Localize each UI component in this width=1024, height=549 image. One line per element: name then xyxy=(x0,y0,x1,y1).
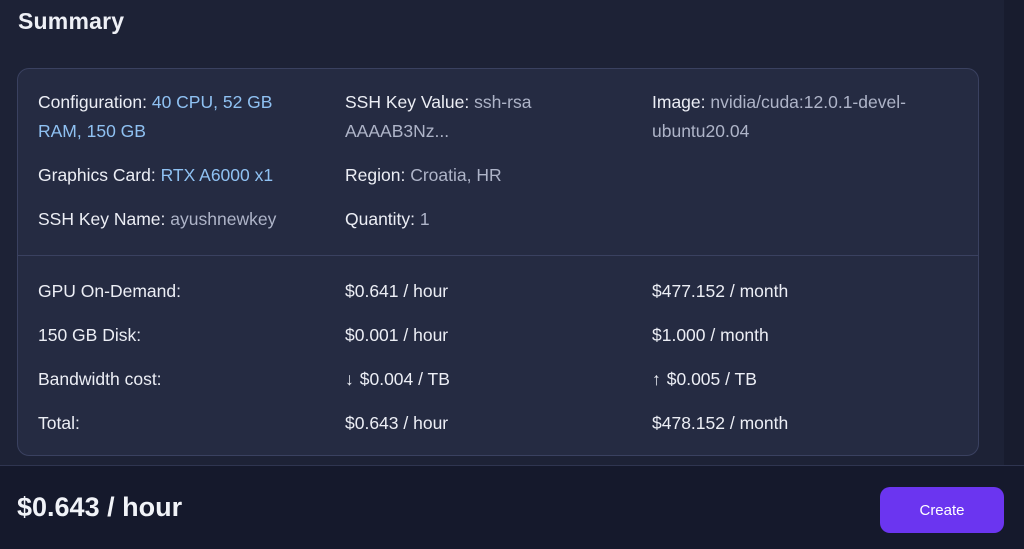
graphics-card-value: RTX A6000 x1 xyxy=(160,165,274,185)
summary-page: Summary Configuration: 40 CPU, 52 GB RAM… xyxy=(0,0,1024,549)
cost-upload-bandwidth: ↑ $0.005 / TB xyxy=(652,367,757,391)
image-value-2: ubuntu20.04 xyxy=(652,121,750,141)
image-value-1: nvidia/cuda:12.0.1-devel- xyxy=(710,92,906,112)
page-title: Summary xyxy=(18,8,125,34)
bandwidth-upload-value: $0.005 / TB xyxy=(666,369,757,389)
ssh-key-name-value: ayushnewkey xyxy=(170,209,277,229)
cost-monthly-gpu: $477.152 / month xyxy=(652,281,789,301)
cost-download-bandwidth: ↓ $0.004 / TB xyxy=(345,367,450,391)
cost-label-total: Total: xyxy=(38,413,80,433)
total-price: $0.643 / hour xyxy=(17,492,183,522)
graphics-card-row: Graphics Card: RTX A6000 x1 xyxy=(38,161,328,190)
configuration-row: Configuration: 40 CPU, 52 GB RAM, 150 GB xyxy=(38,88,328,146)
cost-monthly-disk: $1.000 / month xyxy=(652,325,769,345)
footer-bar: $0.643 / hour Create xyxy=(0,465,1024,549)
cost-hourly-total: $0.643 / hour xyxy=(345,413,449,433)
region-label: Region: xyxy=(345,165,406,185)
configuration-label: Configuration: xyxy=(38,92,147,112)
cost-label-bandwidth: Bandwidth cost: xyxy=(38,369,162,389)
ssh-key-value-label: SSH Key Value: xyxy=(345,92,470,112)
image-label: Image: xyxy=(652,92,706,112)
ssh-key-value-1: ssh-rsa xyxy=(474,92,532,112)
scrollbar-track[interactable] xyxy=(1004,0,1024,465)
quantity-value: 1 xyxy=(419,209,430,229)
quantity-row: Quantity: 1 xyxy=(345,205,635,234)
arrow-down-icon: ↓ xyxy=(345,369,354,389)
configuration-value-1: 40 CPU, 52 GB xyxy=(151,92,273,112)
image-row: Image: nvidia/cuda:12.0.1-devel- ubuntu2… xyxy=(652,88,962,146)
quantity-label: Quantity: xyxy=(345,209,416,229)
bandwidth-download-value: $0.004 / TB xyxy=(359,369,450,389)
summary-card: Configuration: 40 CPU, 52 GB RAM, 150 GB… xyxy=(17,68,979,456)
ssh-key-name-row: SSH Key Name: ayushnewkey xyxy=(38,205,328,234)
region-row: Region: Croatia, HR xyxy=(345,161,635,190)
arrow-up-icon: ↑ xyxy=(652,369,661,389)
cost-label-gpu: GPU On-Demand: xyxy=(38,281,181,301)
configuration-value-2: RAM, 150 GB xyxy=(38,121,146,141)
create-button[interactable]: Create xyxy=(880,487,1004,533)
ssh-key-value-row: SSH Key Value: ssh-rsa AAAAB3Nz... xyxy=(345,88,635,146)
cost-hourly-disk: $0.001 / hour xyxy=(345,325,449,345)
graphics-card-label: Graphics Card: xyxy=(38,165,156,185)
cost-hourly-gpu: $0.641 / hour xyxy=(345,281,449,301)
section-divider xyxy=(18,255,978,256)
ssh-key-value-2: AAAAB3Nz... xyxy=(345,121,450,141)
cost-label-disk: 150 GB Disk: xyxy=(38,325,142,345)
cost-monthly-total: $478.152 / month xyxy=(652,413,789,433)
region-value: Croatia, HR xyxy=(410,165,502,185)
ssh-key-name-label: SSH Key Name: xyxy=(38,209,166,229)
